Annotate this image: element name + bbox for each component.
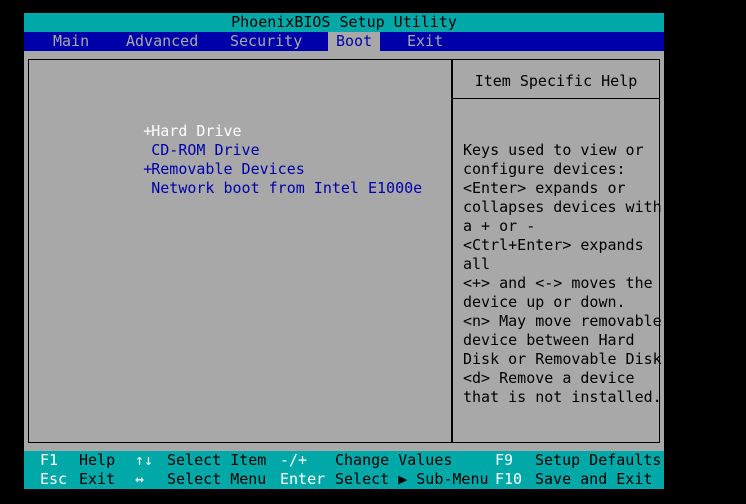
app-title: PhoenixBIOS Setup Utility (231, 13, 457, 31)
boot-item-label: CD-ROM Drive (151, 141, 260, 159)
menu-main[interactable]: Main (45, 32, 97, 51)
key-up-down: ↑↓ (135, 451, 154, 469)
help-line: Disk or Removable Disk (463, 350, 662, 368)
key-f9: F9 (495, 451, 514, 469)
key-f9-desc: Setup Defaults (535, 451, 662, 469)
help-line: device between Hard (463, 331, 635, 349)
menu-boot[interactable]: Boot (328, 32, 381, 51)
key-esc: Esc (40, 470, 68, 488)
boot-item-label: Network boot from Intel E1000e (151, 179, 423, 197)
main-panel: Item Specific Help +Hard Drive CD-ROM Dr… (24, 51, 664, 451)
help-divider (452, 98, 660, 99)
key-up-down-desc: Select Item (167, 451, 267, 469)
key-legend-bar: F1 Help ↑↓ Select Item -/+ Change Values… (24, 451, 664, 489)
key-esc-desc: Exit (79, 470, 116, 488)
key-minus-plus-desc: Change Values (335, 451, 453, 469)
help-line: configure devices: (463, 160, 626, 178)
boot-order-list: +Hard Drive CD-ROM Drive +Removable Devi… (71, 103, 422, 197)
key-f10: F10 (495, 470, 523, 488)
boot-item-label: Hard Drive (151, 122, 242, 140)
menu-bar: Main Advanced Security Boot Exit (24, 32, 664, 51)
help-line: Keys used to view or (463, 141, 644, 159)
boot-item-label: Removable Devices (151, 160, 305, 178)
menu-exit[interactable]: Exit (399, 32, 451, 51)
help-line: <Ctrl+Enter> expands (463, 236, 644, 254)
key-minus-plus: -/+ (280, 451, 308, 469)
menu-advanced[interactable]: Advanced (118, 32, 206, 51)
key-f1: F1 (40, 451, 59, 469)
help-line: <d> Remove a device (463, 369, 635, 387)
bios-screen: PhoenixBIOS Setup Utility Main Advanced … (24, 13, 664, 489)
key-enter-desc: Select ▶ Sub-Menu (335, 470, 489, 488)
help-title: Item Specific Help (474, 72, 638, 90)
help-line: all (463, 255, 491, 273)
key-left-right: ↔ (135, 470, 145, 488)
help-line: device up or down. (463, 293, 626, 311)
key-left-right-desc: Select Menu (167, 470, 267, 488)
help-line: <n> May move removable (463, 312, 662, 330)
key-f10-desc: Save and Exit (535, 470, 653, 488)
title-bar: PhoenixBIOS Setup Utility (24, 13, 664, 32)
help-line: <Enter> expands or (463, 179, 626, 197)
menu-security[interactable]: Security (222, 32, 310, 51)
help-line: <+> and <-> moves the (463, 274, 653, 292)
help-line: collapses devices with (463, 198, 662, 216)
key-legend-row: Esc Exit ↔ Select Menu Enter Select ▶ Su… (24, 470, 664, 489)
key-f1-desc: Help (79, 451, 116, 469)
key-legend-row: F1 Help ↑↓ Select Item -/+ Change Values… (24, 451, 664, 470)
boot-item-hard-drive[interactable]: +Hard Drive (71, 103, 422, 140)
help-text: Keys used to view or configure devices: … (463, 141, 662, 407)
help-line: that is not installed. (463, 388, 662, 406)
key-enter: Enter (280, 470, 326, 488)
help-line: a + or - (463, 217, 536, 235)
